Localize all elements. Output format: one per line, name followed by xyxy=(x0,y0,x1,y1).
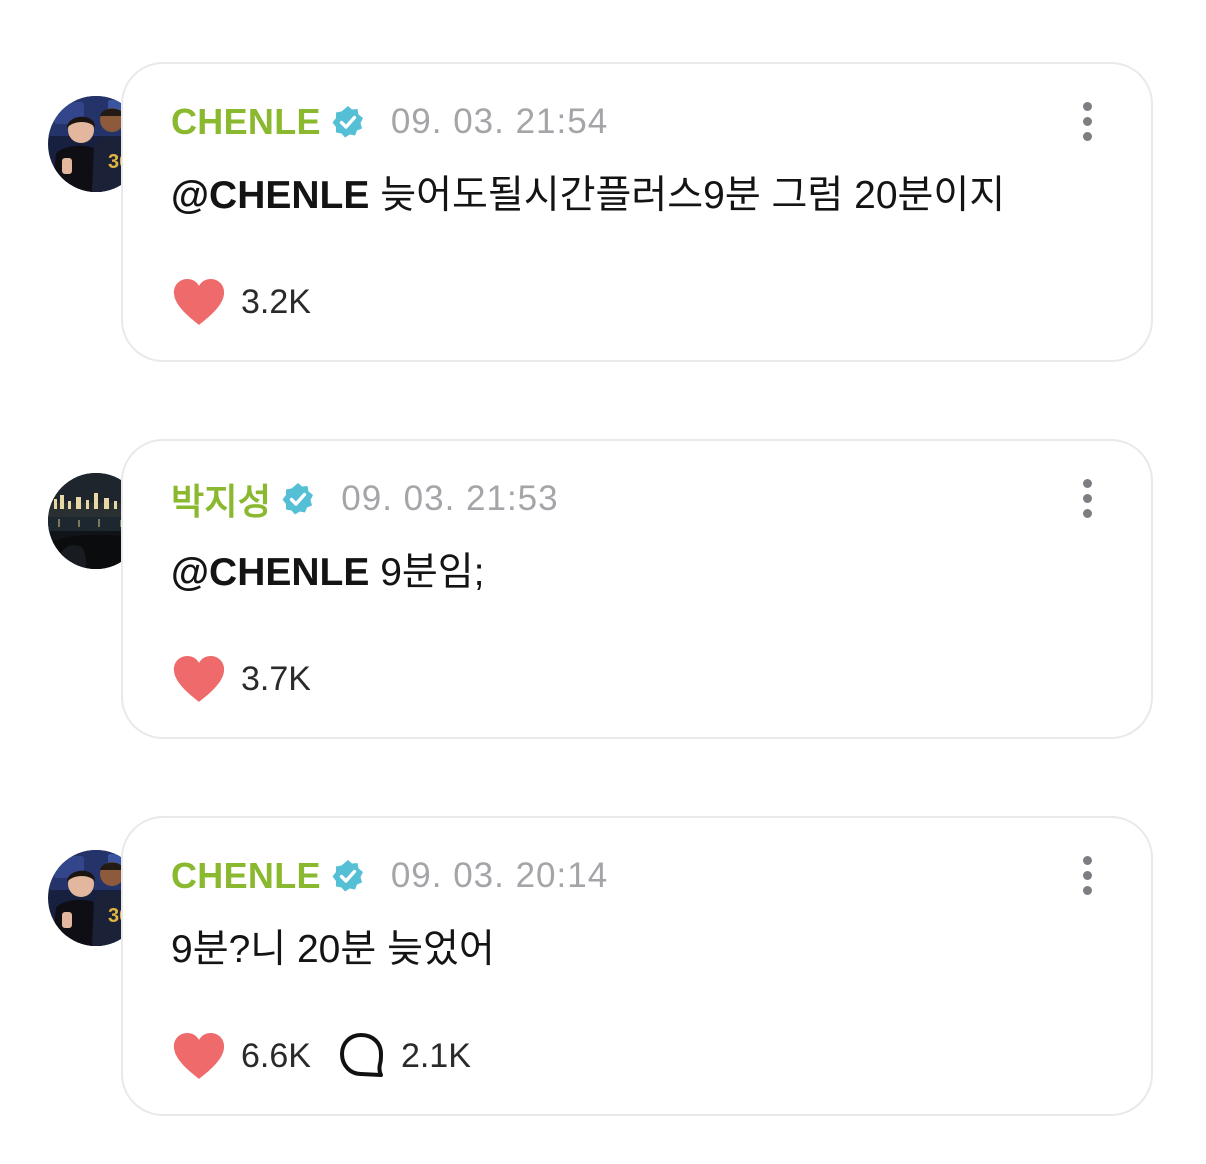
heart-icon xyxy=(171,654,227,704)
heart-icon xyxy=(171,1031,227,1081)
post-actions: 6.6K 2.1K xyxy=(171,1028,471,1084)
verified-badge-icon xyxy=(331,105,365,139)
post-text: @CHENLE 늦어도될시간플러스9분 그럼 20분이지 xyxy=(171,164,1005,220)
post-message: 늦어도될시간플러스9분 그럼 20분이지 xyxy=(369,174,1006,217)
mention-link[interactable]: @CHENLE xyxy=(171,174,369,217)
timestamp: 09. 03. 21:54 xyxy=(390,102,609,141)
more-options-icon[interactable] xyxy=(1083,479,1093,519)
post-message: 9분임; xyxy=(369,551,485,594)
post-item: 박지성 09. 03. 21:53 @CHENLE 9분임; 3.7K xyxy=(0,439,1206,743)
more-options-icon[interactable] xyxy=(1083,856,1093,896)
timestamp: 09. 03. 21:53 xyxy=(341,479,559,518)
author-name[interactable]: CHENLE xyxy=(171,855,321,897)
post-card: CHENLE 09. 03. 20:14 9분?니 20분 늦었어 6.6K 2… xyxy=(121,816,1153,1116)
more-options-icon[interactable] xyxy=(1083,102,1093,142)
like-button[interactable]: 3.2K xyxy=(171,277,311,327)
like-button[interactable]: 6.6K xyxy=(171,1031,311,1081)
post-item: CHENLE 09. 03. 20:14 9분?니 20분 늦었어 6.6K 2… xyxy=(0,816,1206,1120)
post-card: 박지성 09. 03. 21:53 @CHENLE 9분임; 3.7K xyxy=(121,439,1153,739)
comment-bubble-icon xyxy=(339,1033,383,1077)
post-actions: 3.7K xyxy=(171,651,311,707)
post-message: 9분?니 20분 늦었어 xyxy=(171,928,495,971)
post-actions: 3.2K xyxy=(171,274,311,330)
mention-link[interactable]: @CHENLE xyxy=(171,551,369,594)
timestamp: 09. 03. 20:14 xyxy=(390,856,609,895)
like-button[interactable]: 3.7K xyxy=(171,654,311,704)
comment-button[interactable]: 2.1K xyxy=(337,1031,471,1081)
author-name[interactable]: CHENLE xyxy=(171,101,321,143)
comment-count: 2.1K xyxy=(400,1036,471,1075)
post-header: CHENLE 09. 03. 20:14 xyxy=(171,854,608,898)
post-item: CHENLE 09. 03. 21:54 @CHENLE 늦어도될시간플러스9분… xyxy=(0,62,1206,366)
post-text: @CHENLE 9분임; xyxy=(171,541,485,597)
verified-badge-icon xyxy=(281,482,315,516)
heart-icon xyxy=(171,277,227,327)
like-count: 3.7K xyxy=(241,659,311,698)
author-name[interactable]: 박지성 xyxy=(171,473,271,525)
post-text: 9분?니 20분 늦었어 xyxy=(171,918,495,974)
post-card: CHENLE 09. 03. 21:54 @CHENLE 늦어도될시간플러스9분… xyxy=(121,62,1153,362)
like-count: 6.6K xyxy=(241,1036,311,1075)
post-header: 박지성 09. 03. 21:53 xyxy=(171,477,559,522)
verified-badge-icon xyxy=(331,859,365,893)
post-header: CHENLE 09. 03. 21:54 xyxy=(171,100,608,144)
like-count: 3.2K xyxy=(241,282,311,321)
